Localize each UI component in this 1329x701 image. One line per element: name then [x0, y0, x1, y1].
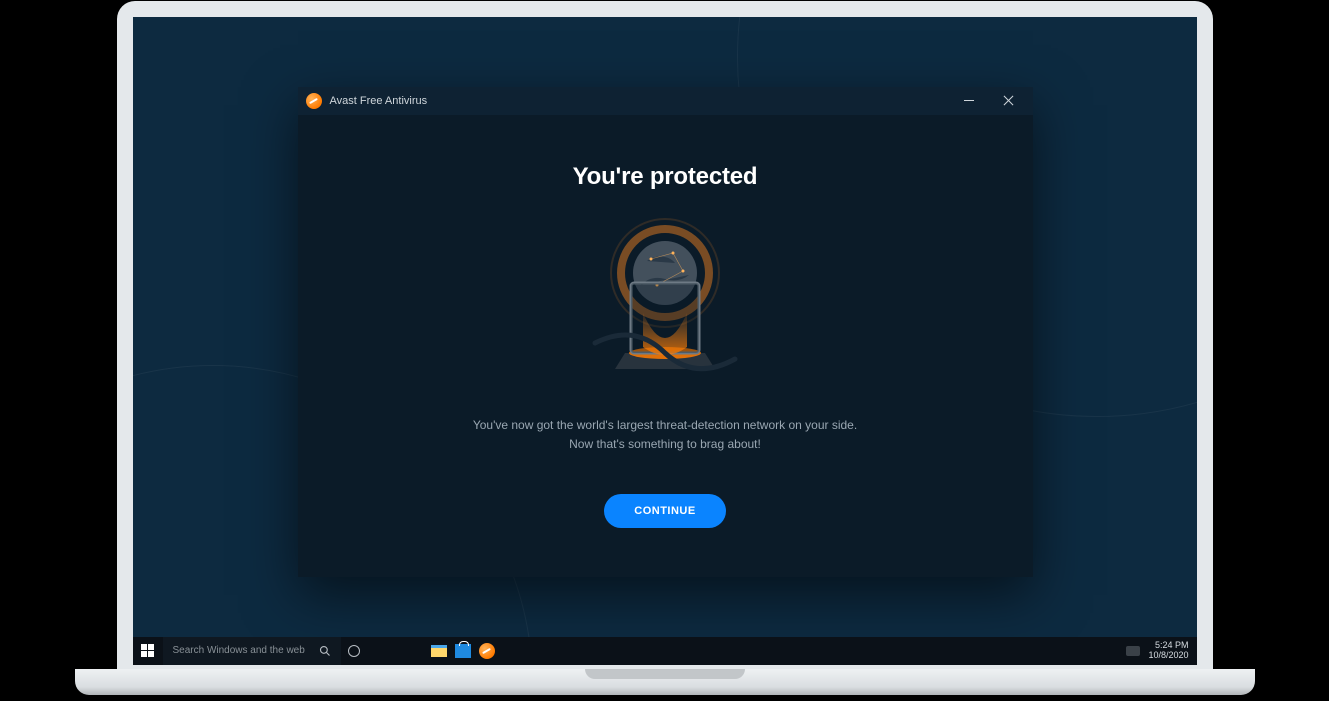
- microsoft-store-taskbar[interactable]: [451, 637, 475, 665]
- minimize-button[interactable]: [949, 87, 989, 115]
- taskbar-search[interactable]: Search Windows and the web: [163, 637, 341, 665]
- close-icon: [1003, 95, 1014, 106]
- cortana-button[interactable]: [341, 645, 367, 657]
- windows-taskbar: Search Windows and the web 5:24 PM 10/8/…: [133, 637, 1197, 665]
- start-button[interactable]: [133, 637, 163, 665]
- subtext-line-2: Now that's something to brag about!: [473, 435, 857, 454]
- search-placeholder: Search Windows and the web: [173, 645, 305, 656]
- search-icon: [319, 645, 331, 657]
- cortana-icon: [348, 645, 360, 657]
- laptop-base: [75, 669, 1255, 695]
- avast-logo-icon: [306, 93, 322, 109]
- app-body: You're protected: [298, 115, 1033, 577]
- subtext-line-1: You've now got the world's largest threa…: [473, 416, 857, 435]
- desktop-screen: Avast Free Antivirus You're protected: [133, 17, 1197, 665]
- folder-icon: [431, 645, 447, 657]
- window-titlebar[interactable]: Avast Free Antivirus: [298, 87, 1033, 115]
- taskbar-clock[interactable]: 5:24 PM 10/8/2020: [1148, 641, 1188, 661]
- close-button[interactable]: [989, 87, 1029, 115]
- avast-tray-icon: [479, 643, 495, 659]
- laptop-mockup: Avast Free Antivirus You're protected: [75, 1, 1255, 701]
- protection-illustration: [565, 213, 765, 388]
- store-icon: [455, 644, 471, 658]
- protected-headline: You're protected: [573, 163, 758, 191]
- file-explorer-taskbar[interactable]: [427, 637, 451, 665]
- windows-logo-icon: [141, 644, 154, 657]
- avast-app-window: Avast Free Antivirus You're protected: [298, 87, 1033, 577]
- window-title: Avast Free Antivirus: [330, 95, 428, 107]
- avast-taskbar[interactable]: [475, 637, 499, 665]
- protected-subtext: You've now got the world's largest threa…: [473, 416, 857, 454]
- clock-date: 10/8/2020: [1148, 651, 1188, 661]
- notifications-icon[interactable]: [1126, 646, 1140, 656]
- system-tray: 5:24 PM 10/8/2020: [1126, 641, 1196, 661]
- laptop-bezel: Avast Free Antivirus You're protected: [117, 1, 1213, 671]
- minimize-icon: [964, 100, 974, 101]
- continue-button[interactable]: CONTINUE: [604, 494, 725, 528]
